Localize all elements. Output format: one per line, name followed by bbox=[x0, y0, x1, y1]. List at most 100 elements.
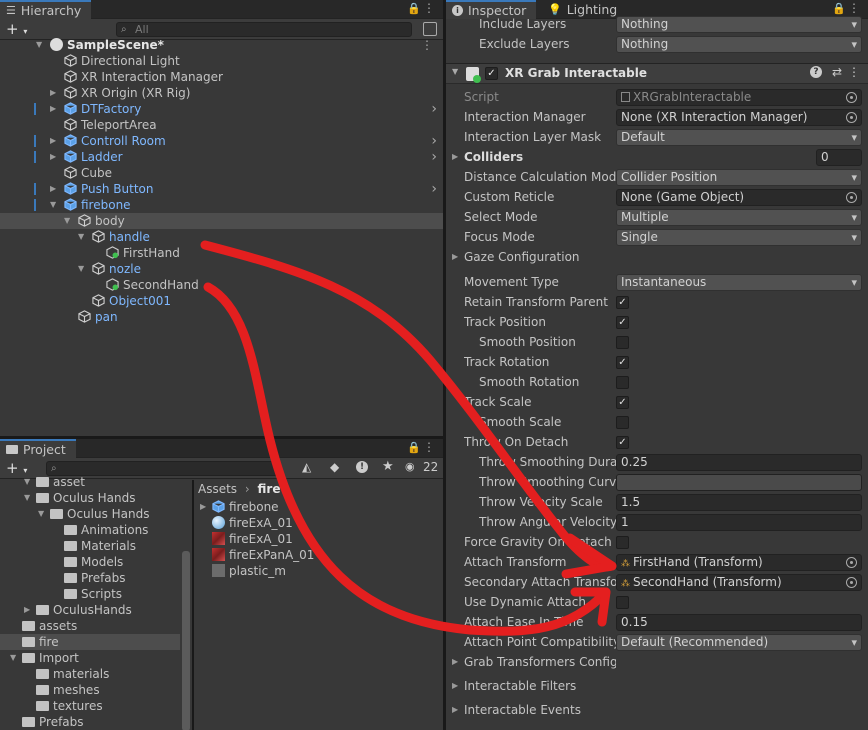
folder-tree-scrollbar[interactable] bbox=[182, 551, 190, 730]
number-field[interactable]: 1 bbox=[616, 514, 862, 531]
collapse-arrow-icon[interactable]: ▶ bbox=[50, 181, 60, 197]
expand-arrow-icon[interactable]: ▼ bbox=[78, 261, 88, 277]
dropdown-field[interactable]: Collider Position bbox=[616, 169, 862, 186]
project-split-divider[interactable] bbox=[192, 480, 194, 730]
folder-tree-item[interactable]: ▼ asset bbox=[0, 474, 180, 490]
expand-arrow-icon[interactable]: ▼ bbox=[50, 197, 60, 213]
folder-tree-item[interactable]: fire bbox=[0, 634, 180, 650]
foldout-arrow-icon[interactable]: ▶ bbox=[452, 247, 458, 267]
checkbox[interactable] bbox=[616, 336, 629, 349]
hierarchy-row[interactable]: Cube bbox=[0, 165, 443, 181]
checkbox[interactable]: ✓ bbox=[616, 356, 629, 369]
expand-arrow-icon[interactable]: ▼ bbox=[24, 474, 34, 490]
object-picker-icon[interactable] bbox=[846, 92, 857, 103]
foldout-arrow-icon[interactable]: ▶ bbox=[452, 147, 458, 167]
asset-list-item[interactable]: ▶ firebone bbox=[196, 499, 443, 515]
asset-list-item[interactable]: fireExA_01 bbox=[196, 515, 443, 531]
dropdown-field[interactable]: Multiple bbox=[616, 209, 862, 226]
expand-arrow-icon[interactable]: ▼ bbox=[10, 650, 20, 666]
asset-list-item[interactable]: fireExA_01 bbox=[196, 531, 443, 547]
hierarchy-row[interactable]: ▼ firebone bbox=[0, 197, 443, 213]
dropdown-field[interactable]: Instantaneous bbox=[616, 274, 862, 291]
checkbox[interactable]: ✓ bbox=[616, 396, 629, 409]
hierarchy-row[interactable]: ▼ SampleScene* ⋮ bbox=[0, 37, 443, 53]
hierarchy-row[interactable]: ▶ XR Origin (XR Rig) bbox=[0, 85, 443, 101]
breadcrumb-assets[interactable]: Assets bbox=[198, 482, 237, 496]
hierarchy-row[interactable]: ▼ handle bbox=[0, 229, 443, 245]
curve-field[interactable] bbox=[616, 474, 862, 491]
expand-arrow-icon[interactable]: ▼ bbox=[64, 213, 74, 229]
object-field[interactable]: ⁂ SecondHand (Transform) bbox=[616, 574, 862, 591]
open-prefab-chevron-icon[interactable]: › bbox=[431, 101, 437, 117]
favorite-star-icon[interactable]: ★ bbox=[382, 459, 394, 474]
folder-tree-item[interactable]: Materials bbox=[0, 538, 180, 554]
checkbox[interactable]: ✓ bbox=[616, 436, 629, 449]
object-picker-icon[interactable] bbox=[846, 557, 857, 568]
checkbox[interactable] bbox=[616, 536, 629, 549]
asset-list-item[interactable]: fireExPanA_01 bbox=[196, 547, 443, 563]
scene-visibility-icon[interactable] bbox=[423, 22, 437, 36]
object-picker-icon[interactable] bbox=[846, 192, 857, 203]
filter-type-icon[interactable]: ◭ bbox=[302, 460, 311, 474]
collapse-arrow-icon[interactable]: ▶ bbox=[50, 149, 60, 165]
foldout-arrow-icon[interactable]: ▶ bbox=[452, 652, 458, 672]
number-field[interactable]: 0.15 bbox=[616, 614, 862, 631]
collapse-arrow-icon[interactable]: ▶ bbox=[50, 101, 60, 117]
hierarchy-row[interactable]: ▶ Push Button › bbox=[0, 181, 443, 197]
folder-tree-item[interactable]: textures bbox=[0, 698, 180, 714]
dropdown-field[interactable]: Default (Recommended) bbox=[616, 634, 862, 651]
hierarchy-row[interactable]: ▶ Ladder › bbox=[0, 149, 443, 165]
open-prefab-chevron-icon[interactable]: › bbox=[431, 133, 437, 149]
add-button[interactable]: + ▾ bbox=[6, 20, 27, 38]
folder-tree-item[interactable]: Prefabs bbox=[0, 714, 180, 730]
number-field[interactable]: 0.25 bbox=[616, 454, 862, 471]
folder-tree-item[interactable]: meshes bbox=[0, 682, 180, 698]
hierarchy-row[interactable]: Directional Light bbox=[0, 53, 443, 69]
checkbox[interactable] bbox=[616, 416, 629, 429]
object-field[interactable]: XRGrabInteractable bbox=[616, 89, 862, 106]
object-picker-icon[interactable] bbox=[846, 577, 857, 588]
help-icon[interactable]: ? bbox=[810, 66, 822, 78]
scene-menu-icon[interactable]: ⋮ bbox=[421, 37, 433, 53]
foldout-arrow-icon[interactable]: ▶ bbox=[452, 676, 458, 696]
dropdown-field[interactable]: Nothing bbox=[616, 16, 862, 33]
object-field[interactable]: ⁂ FirstHand (Transform) bbox=[616, 554, 862, 571]
folder-tree-item[interactable]: Prefabs bbox=[0, 570, 180, 586]
object-picker-icon[interactable] bbox=[846, 112, 857, 123]
collapse-arrow-icon[interactable]: ▶ bbox=[24, 602, 34, 618]
component-header[interactable]: ▼ ✓ XR Grab Interactable? ⇄ ⋮ bbox=[446, 63, 868, 84]
hierarchy-row[interactable]: XR Interaction Manager bbox=[0, 69, 443, 85]
number-field[interactable]: 1.5 bbox=[616, 494, 862, 511]
lock-icon[interactable]: 🔒 bbox=[407, 2, 421, 15]
filter-label-icon[interactable]: ◆ bbox=[330, 460, 339, 474]
checkbox[interactable]: ✓ bbox=[616, 316, 629, 329]
collapse-arrow-icon[interactable]: ▶ bbox=[50, 85, 60, 101]
hierarchy-row[interactable]: ▼ nozle bbox=[0, 261, 443, 277]
more-menu-icon[interactable]: ⋮ bbox=[423, 1, 435, 15]
hierarchy-search-input[interactable]: ⌕ All bbox=[116, 22, 412, 37]
tab-hierarchy[interactable]: ☰ Hierarchy bbox=[0, 0, 92, 19]
checkbox[interactable]: ✓ bbox=[616, 296, 629, 309]
hierarchy-row[interactable]: ▶ DTFactory › bbox=[0, 101, 443, 117]
open-prefab-chevron-icon[interactable]: › bbox=[431, 149, 437, 165]
collapse-arrow-icon[interactable]: ▶ bbox=[200, 499, 210, 515]
open-prefab-chevron-icon[interactable]: › bbox=[431, 181, 437, 197]
more-menu-icon[interactable]: ⋮ bbox=[423, 440, 435, 454]
folder-tree-item[interactable]: Models bbox=[0, 554, 180, 570]
folder-tree-item[interactable]: ▼ Import bbox=[0, 650, 180, 666]
list-count-field[interactable]: 0 bbox=[816, 149, 862, 166]
component-menu-icon[interactable]: ⋮ bbox=[848, 65, 860, 79]
folder-tree-item[interactable]: Animations bbox=[0, 522, 180, 538]
expand-arrow-icon[interactable]: ▼ bbox=[24, 490, 34, 506]
folder-tree-item[interactable]: ▶ OculusHands bbox=[0, 602, 180, 618]
checkbox[interactable] bbox=[616, 376, 629, 389]
dropdown-field[interactable]: Default bbox=[616, 129, 862, 146]
hierarchy-row[interactable]: FirstHand bbox=[0, 245, 443, 261]
foldout-arrow-icon[interactable]: ▶ bbox=[452, 700, 458, 720]
folder-tree-item[interactable]: assets bbox=[0, 618, 180, 634]
expand-arrow-icon[interactable]: ▼ bbox=[36, 37, 46, 53]
collapse-arrow-icon[interactable]: ▶ bbox=[50, 133, 60, 149]
hierarchy-row[interactable]: TeleportArea bbox=[0, 117, 443, 133]
hierarchy-row[interactable]: Object001 bbox=[0, 293, 443, 309]
expand-arrow-icon[interactable]: ▼ bbox=[78, 229, 88, 245]
